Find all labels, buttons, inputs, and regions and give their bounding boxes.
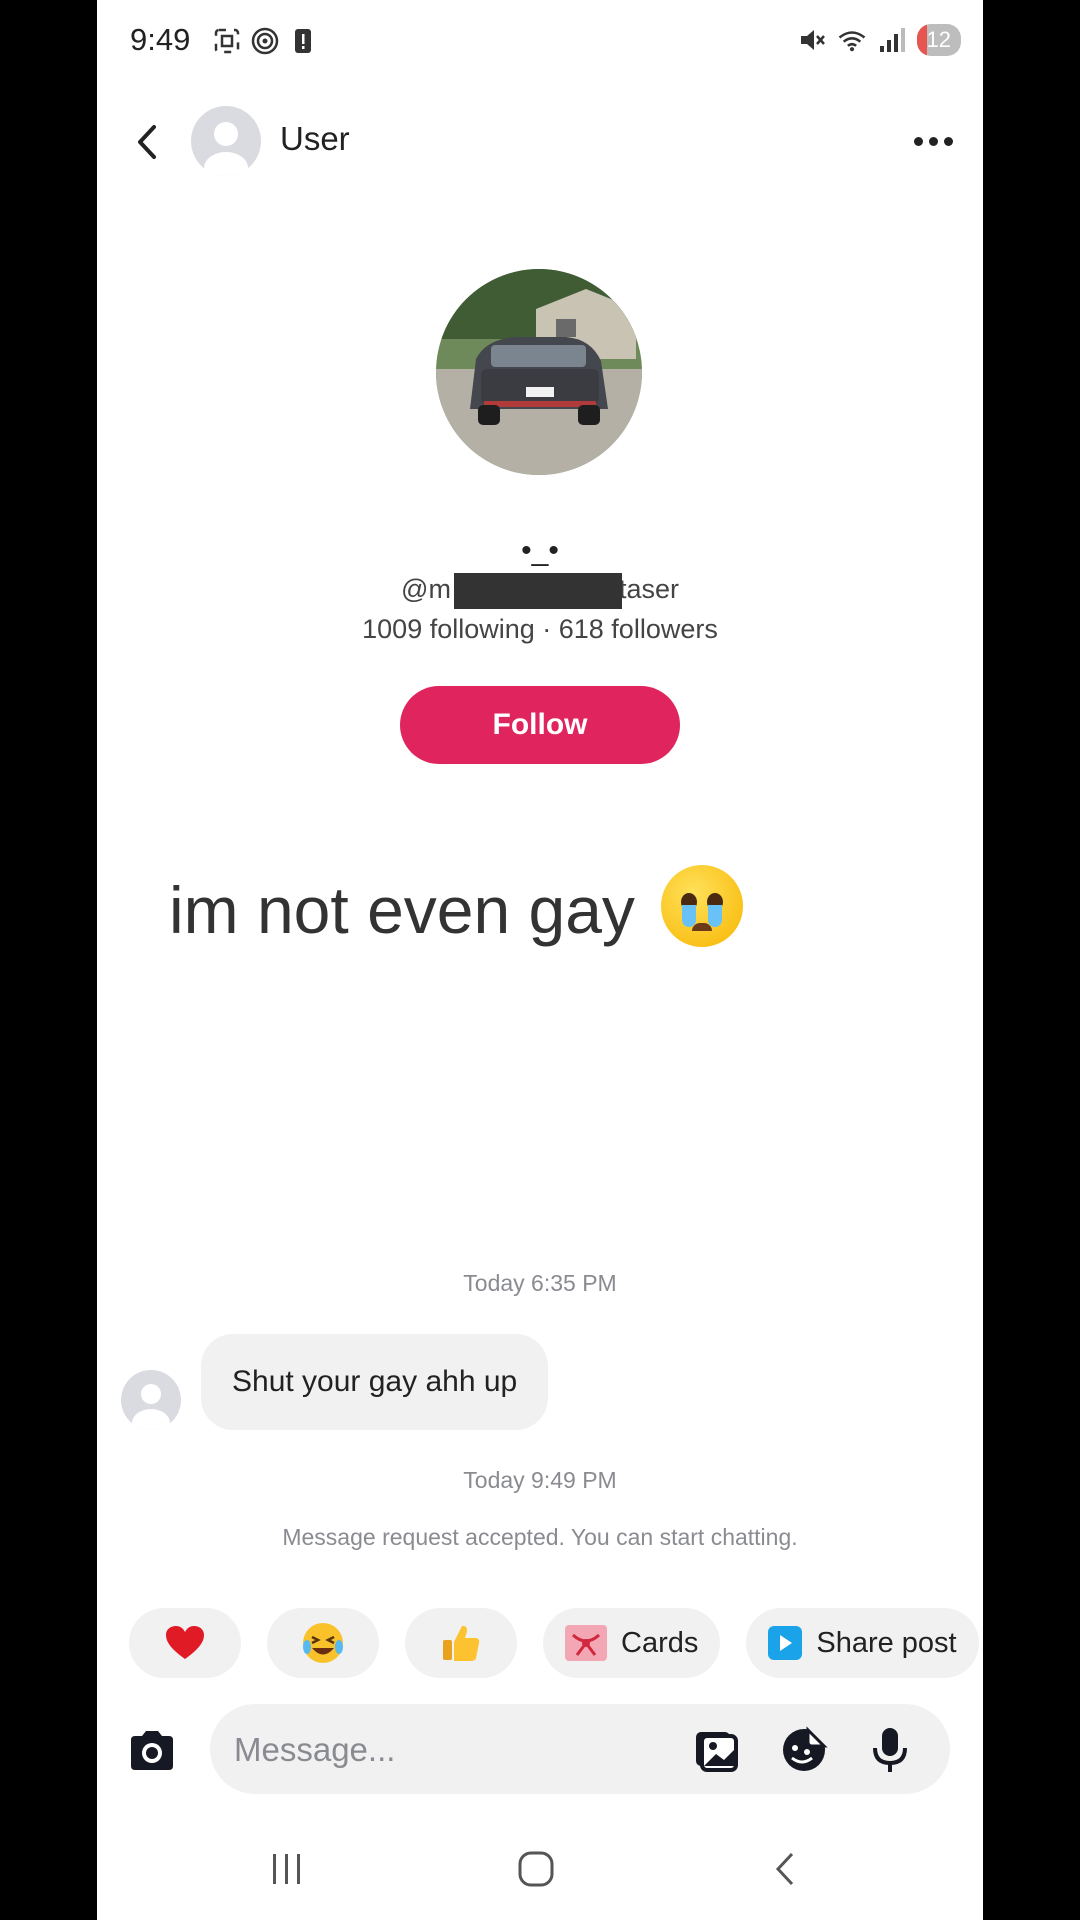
emoji-tear: [708, 905, 723, 927]
cards-icon: [565, 1625, 607, 1661]
header-avatar[interactable]: [191, 106, 261, 176]
quick-reply-row: Cards Share post: [129, 1608, 979, 1678]
share-post-label: Share post: [816, 1626, 957, 1659]
profile-stats: 1009 following · 618 followers: [362, 614, 718, 644]
more-dot-icon: [928, 136, 938, 146]
play-icon: [768, 1626, 803, 1660]
quick-reply-heart[interactable]: [129, 1608, 241, 1678]
handle-prefix: @m: [401, 574, 451, 604]
message-box: [210, 1704, 950, 1796]
message-bubble[interactable]: Shut your gay ahh up: [201, 1334, 549, 1430]
screenshot-icon: [212, 26, 242, 56]
system-nav-bar: [97, 1830, 983, 1910]
timestamp: Today 6:35 PM: [463, 1270, 617, 1296]
hotspot-icon: [250, 26, 280, 56]
battery-indicator: 12: [916, 24, 961, 56]
more-dot-icon: [913, 136, 923, 146]
gallery-icon: [696, 1732, 738, 1772]
recent-apps-icon: [273, 1854, 300, 1884]
alert-icon: [288, 26, 318, 56]
microphone-icon: [873, 1728, 907, 1772]
default-avatar-icon: [132, 1384, 170, 1430]
sticker-button[interactable]: [780, 1726, 828, 1774]
more-options-button[interactable]: [903, 116, 963, 166]
sender-avatar[interactable]: [121, 1370, 181, 1430]
quick-reply-cards[interactable]: Cards: [543, 1608, 721, 1678]
back-button[interactable]: [119, 114, 175, 170]
heart-emoji-icon: [166, 1626, 204, 1659]
profile-photo[interactable]: [436, 269, 642, 475]
follow-button[interactable]: Follow: [400, 686, 680, 764]
chevron-left-icon: [138, 125, 156, 159]
timestamp: Today 9:49 PM: [463, 1467, 617, 1493]
home-button[interactable]: [506, 1844, 566, 1894]
recent-apps-button[interactable]: [257, 1844, 317, 1894]
mute-icon: [797, 25, 827, 55]
home-icon: [518, 1851, 554, 1887]
camera-button[interactable]: [127, 1730, 177, 1772]
featured-message: im not even gay: [169, 865, 744, 948]
camera-icon: [131, 1731, 173, 1770]
crying-face-emoji: [661, 865, 744, 947]
featured-message-text: im not even gay: [169, 873, 635, 947]
status-bar: 9:49 12: [97, 0, 983, 84]
car-photo: [436, 269, 642, 475]
cards-label: Cards: [621, 1626, 699, 1659]
wifi-icon: [837, 25, 867, 55]
chat-screen: 9:49 12 User •_• @m taser 1009 following…: [97, 0, 983, 1920]
back-nav-button[interactable]: [755, 1844, 815, 1894]
more-dot-icon: [943, 136, 953, 146]
header-title[interactable]: User: [280, 120, 350, 158]
default-avatar-icon: [204, 122, 248, 176]
signal-icon: [877, 25, 907, 55]
thumbs-up-emoji-icon: [443, 1625, 480, 1661]
gallery-button[interactable]: [692, 1726, 740, 1774]
status-time: 9:49: [130, 22, 191, 57]
laughing-emoji-icon: [303, 1623, 343, 1663]
quick-reply-share-post[interactable]: Share post: [746, 1608, 979, 1678]
emoji-mouth: [692, 923, 713, 931]
chat-header: User: [97, 96, 983, 186]
composer-bar: [97, 1700, 983, 1810]
quick-reply-thumbs-up[interactable]: [405, 1608, 517, 1678]
quick-reply-laugh[interactable]: [267, 1608, 379, 1678]
handle-suffix: taser: [618, 574, 679, 604]
sticker-icon: [783, 1726, 828, 1771]
battery-level: 12: [926, 27, 951, 52]
profile-nickname: •_•: [521, 534, 559, 567]
back-nav-icon: [775, 1852, 794, 1886]
system-notice: Message request accepted. You can start …: [282, 1524, 798, 1550]
message-input[interactable]: [232, 1704, 636, 1796]
redaction-bar: [454, 573, 622, 609]
voice-button[interactable]: [866, 1726, 914, 1774]
